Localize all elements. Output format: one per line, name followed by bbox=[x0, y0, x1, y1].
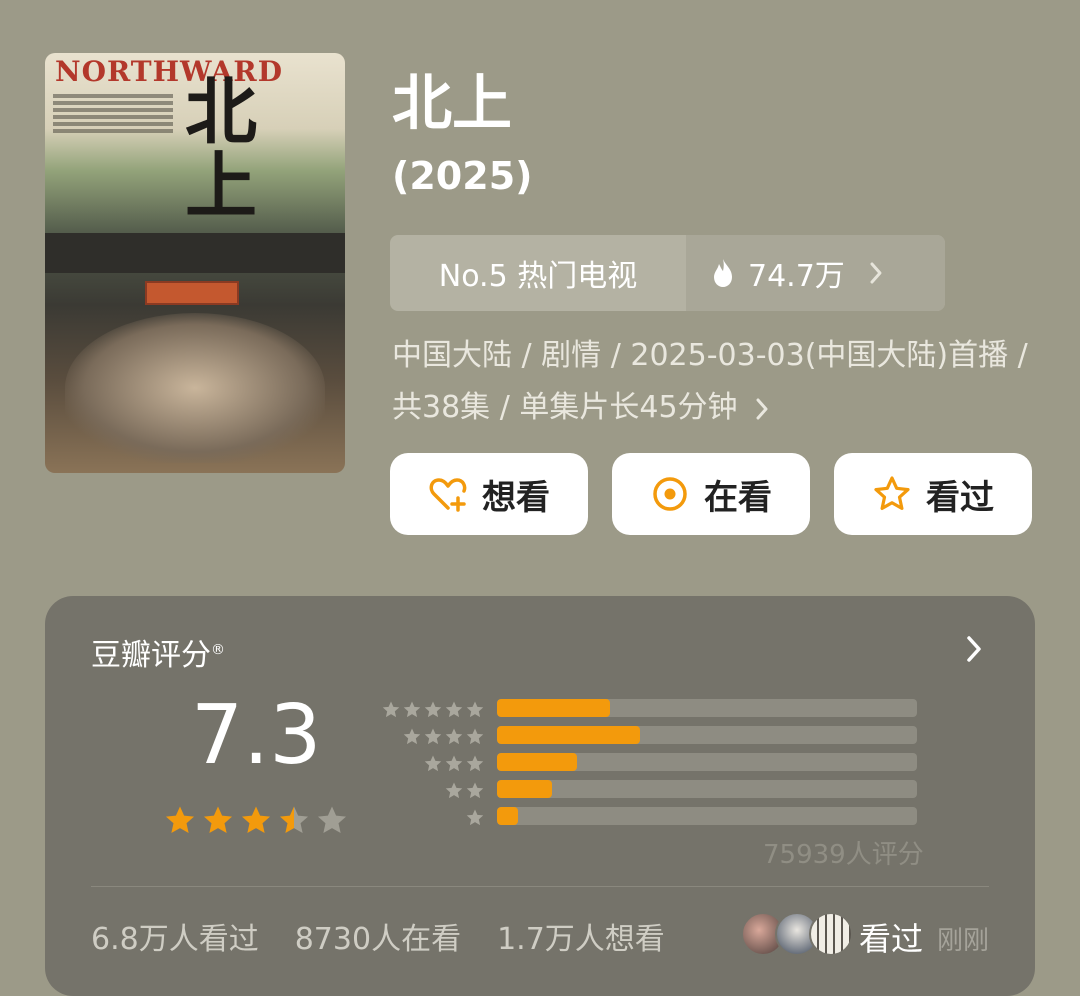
watching-button[interactable]: 在看 bbox=[612, 453, 810, 535]
rating-title: 豆瓣评分® bbox=[91, 630, 225, 674]
fire-icon bbox=[714, 259, 732, 287]
star-icon bbox=[424, 728, 442, 744]
star-icon bbox=[424, 755, 442, 771]
activity-time: 刚刚 bbox=[937, 926, 990, 956]
star-icon bbox=[403, 701, 421, 717]
rank-label[interactable]: No.5 热门电视 bbox=[390, 235, 686, 311]
star-icon bbox=[466, 809, 484, 825]
star-icon bbox=[403, 728, 421, 744]
watching-label: 在看 bbox=[704, 477, 772, 518]
distribution-row-2-star bbox=[377, 777, 917, 804]
star-outline-icon bbox=[874, 476, 910, 510]
chevron-right-icon[interactable] bbox=[965, 634, 983, 664]
show-year: (2025) bbox=[392, 154, 533, 198]
action-buttons: 想看 在看 看过 bbox=[390, 453, 1032, 535]
ranking-bar[interactable]: No.5 热门电视 74.7万 bbox=[390, 235, 945, 311]
star-icon bbox=[317, 806, 347, 834]
poster-small-text bbox=[53, 91, 173, 136]
distribution-track bbox=[497, 807, 917, 825]
distribution-row-1-star bbox=[377, 804, 917, 831]
star-icon bbox=[203, 806, 233, 834]
distribution-bar bbox=[497, 753, 577, 771]
star-icon bbox=[445, 728, 463, 744]
rating-count: 75939人评分 bbox=[763, 840, 924, 870]
rating-stars bbox=[163, 804, 349, 838]
want-count[interactable]: 1.7万人想看 bbox=[497, 914, 665, 958]
avatar bbox=[809, 912, 853, 956]
want-to-watch-button[interactable]: 想看 bbox=[390, 453, 588, 535]
distribution-track bbox=[497, 753, 917, 771]
heat-value: 74.7万 bbox=[748, 259, 845, 294]
star-icon bbox=[445, 755, 463, 771]
star-icon bbox=[445, 701, 463, 717]
star-icon bbox=[382, 701, 400, 717]
meta-text: 中国大陆 / 剧情 / 2025-03-03(中国大陆)首播 / 共38集 / … bbox=[392, 338, 1028, 425]
distribution-row-3-star bbox=[377, 750, 917, 777]
activity-action: 看过 bbox=[859, 920, 924, 958]
star-icon bbox=[466, 728, 484, 744]
distribution-track bbox=[497, 780, 917, 798]
star-icon bbox=[466, 701, 484, 717]
watching-count[interactable]: 8730人在看 bbox=[295, 914, 461, 958]
watched-label: 看过 bbox=[926, 477, 994, 518]
star-icon bbox=[466, 782, 484, 798]
poster-sign bbox=[145, 281, 239, 305]
star-icon bbox=[241, 806, 271, 834]
poster-cast bbox=[65, 313, 325, 463]
rating-distribution bbox=[377, 696, 917, 831]
distribution-star-label bbox=[377, 808, 485, 828]
poster-image[interactable]: NORTHWARD 北上 bbox=[45, 53, 345, 473]
star-icon bbox=[424, 701, 442, 717]
target-icon bbox=[653, 477, 687, 511]
distribution-bar bbox=[497, 807, 518, 825]
distribution-bar bbox=[497, 699, 611, 717]
want-label: 想看 bbox=[482, 477, 550, 518]
registered-mark: ® bbox=[211, 642, 225, 658]
show-title: 北上 bbox=[392, 69, 512, 139]
divider bbox=[91, 886, 989, 887]
distribution-row-5-star bbox=[377, 696, 917, 723]
chevron-right-icon bbox=[756, 398, 768, 419]
star-icon bbox=[466, 755, 484, 771]
stats-row: 6.8万人看过 8730人在看 1.7万人想看 bbox=[91, 914, 665, 958]
heat-section[interactable]: 74.7万 bbox=[686, 235, 945, 311]
watched-count[interactable]: 6.8万人看过 bbox=[91, 914, 259, 958]
distribution-star-label bbox=[377, 700, 485, 720]
rating-title-text: 豆瓣评分 bbox=[91, 638, 211, 673]
distribution-bar bbox=[497, 726, 640, 744]
meta-info[interactable]: 中国大陆 / 剧情 / 2025-03-03(中国大陆)首播 / 共38集 / … bbox=[392, 330, 1042, 434]
poster-title: 北上 bbox=[185, 70, 258, 228]
distribution-star-label bbox=[377, 781, 485, 801]
star-icon bbox=[445, 782, 463, 798]
distribution-row-4-star bbox=[377, 723, 917, 750]
heart-plus-icon bbox=[429, 478, 467, 512]
distribution-track bbox=[497, 726, 917, 744]
distribution-star-label bbox=[377, 727, 485, 747]
rating-card[interactable]: 豆瓣评分® 7.3 75939人评分 6.8万人看过 8730人在看 1.7万人… bbox=[45, 596, 1035, 996]
watched-button[interactable]: 看过 bbox=[834, 453, 1032, 535]
poster-roof bbox=[45, 233, 345, 273]
star-icon bbox=[279, 806, 309, 834]
distribution-star-label bbox=[377, 754, 485, 774]
distribution-bar bbox=[497, 780, 552, 798]
rating-score: 7.3 bbox=[191, 688, 322, 783]
friend-avatars[interactable] bbox=[741, 912, 853, 956]
star-icon bbox=[165, 806, 195, 834]
distribution-track bbox=[497, 699, 917, 717]
chevron-right-icon bbox=[870, 262, 882, 284]
